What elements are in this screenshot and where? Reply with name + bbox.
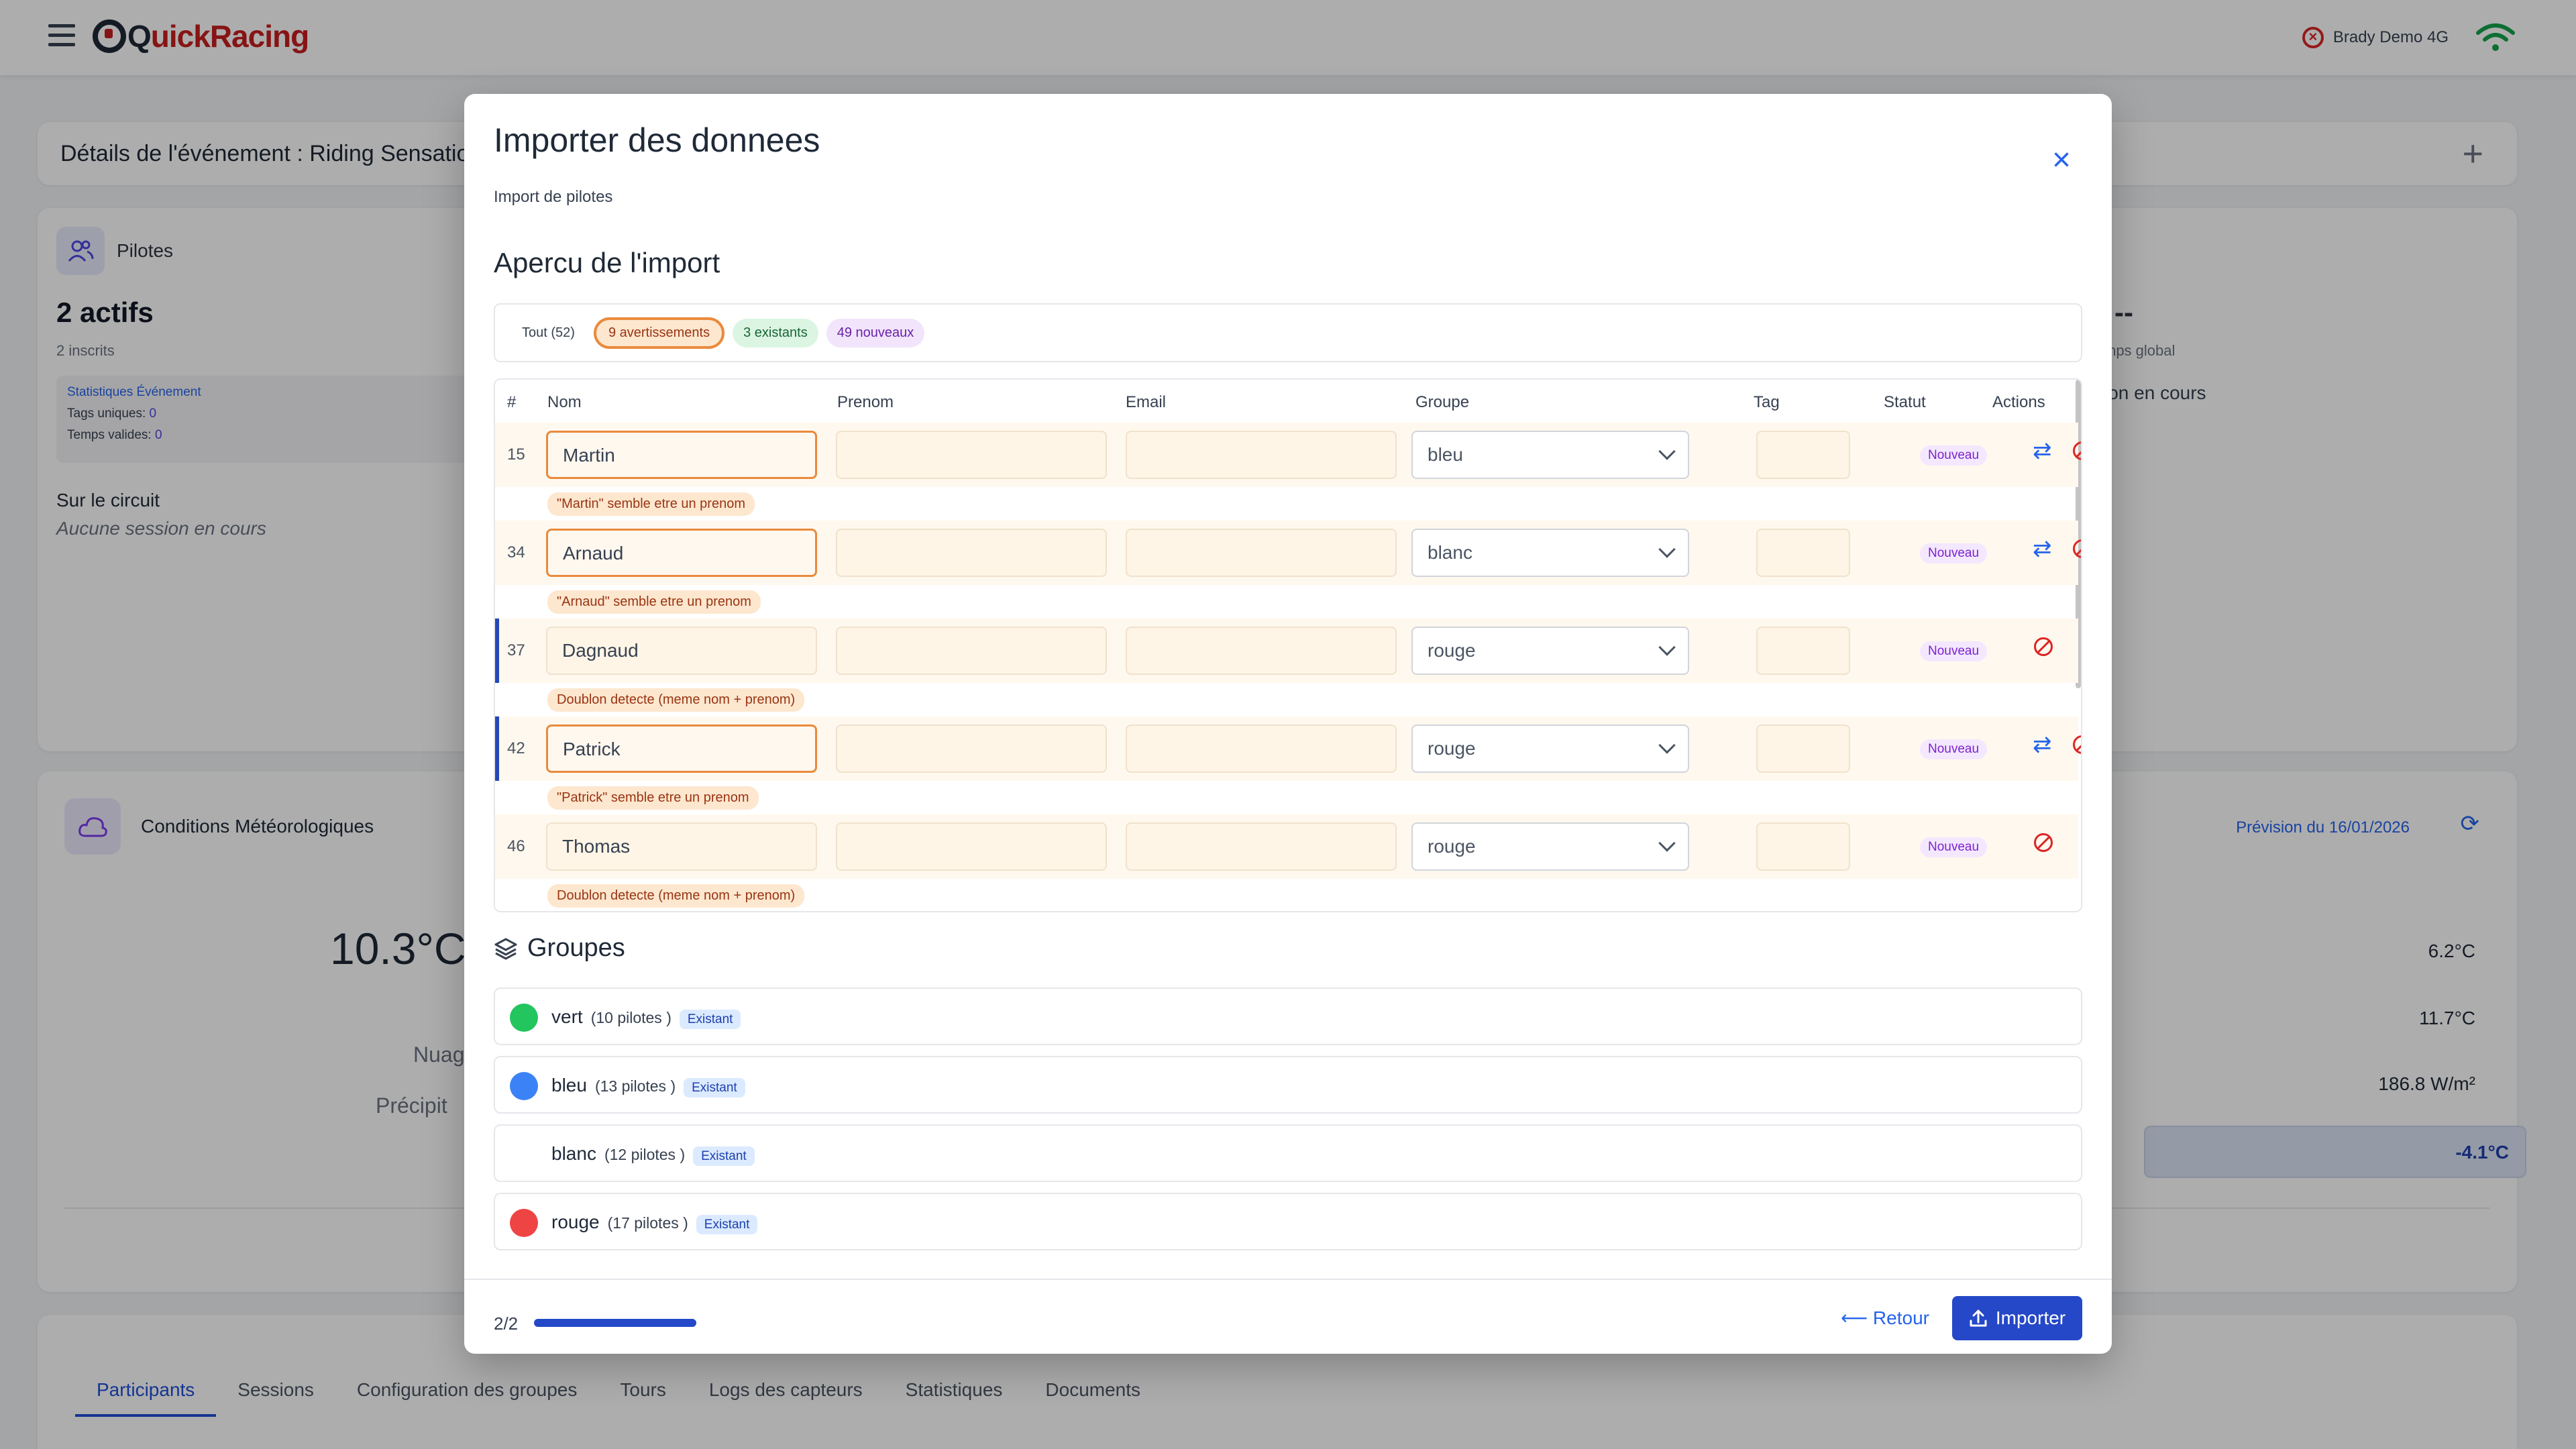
filter-all[interactable]: Tout (52) <box>511 318 586 347</box>
ban-icon[interactable] <box>2034 833 2053 852</box>
col-statut: Statut <box>1884 393 1926 411</box>
progress-fill <box>534 1319 696 1327</box>
status-badge: Nouveau <box>1920 445 1988 466</box>
table-header: # Nom Prenom Email Groupe Tag Statut Act… <box>495 380 2081 423</box>
nom-input[interactable]: Dagnaud <box>546 627 817 675</box>
status-badge: Nouveau <box>1920 837 1988 857</box>
modal-subtitle: Import de pilotes <box>494 188 613 206</box>
chevron-down-icon <box>1658 639 1676 656</box>
filter-bar: Tout (52) 9 avertissements 3 existants 4… <box>494 303 2082 362</box>
group-row: bleu (13 pilotes ) Existant <box>494 1056 2082 1114</box>
step-indicator: 2/2 <box>494 1313 519 1334</box>
table-row: 42 Patrick rouge Nouveau ⇄ "Patrick" sem… <box>495 716 2081 814</box>
existing-badge: Existant <box>679 1010 741 1029</box>
prenom-input[interactable] <box>836 431 1107 479</box>
email-input[interactable] <box>1126 431 1397 479</box>
close-icon[interactable]: × <box>2046 144 2077 177</box>
arrow-left-icon: ⟵ <box>1841 1307 1873 1328</box>
prenom-input[interactable] <box>836 724 1107 773</box>
group-select[interactable]: rouge <box>1411 822 1689 871</box>
import-button[interactable]: Importer <box>1952 1296 2082 1340</box>
row-accent <box>495 619 499 683</box>
col-tag: Tag <box>1754 393 1780 411</box>
back-button[interactable]: ⟵ Retour <box>1841 1307 1929 1329</box>
col-prenom: Prenom <box>837 393 894 411</box>
table-row: 37 Dagnaud rouge Nouveau Doublon detecte… <box>495 619 2078 716</box>
email-input[interactable] <box>1126 627 1397 675</box>
filter-warnings[interactable]: 9 avertissements <box>593 317 725 349</box>
swap-icon[interactable]: ⇄ <box>2033 731 2052 758</box>
ban-icon[interactable] <box>2034 637 2053 656</box>
group-color-dot <box>510 1209 538 1237</box>
group-select[interactable]: rouge <box>1411 724 1689 773</box>
table-row: 34 Arnaud blanc Nouveau ⇄ "Arnaud" sembl… <box>495 521 2081 619</box>
preview-title: Apercu de l'import <box>494 247 720 278</box>
prenom-input[interactable] <box>836 627 1107 675</box>
progress-bar <box>534 1319 696 1327</box>
group-color-dot <box>510 1072 538 1100</box>
nom-input[interactable]: Thomas <box>546 822 817 871</box>
chevron-down-icon <box>1658 835 1676 852</box>
chevron-down-icon <box>1658 541 1676 558</box>
groups-title: Groupes <box>494 934 625 963</box>
import-modal: Importer des donnees × Import de pilotes… <box>464 94 2112 1354</box>
table-row: 46 Thomas rouge Nouveau Doublon detecte … <box>495 814 2078 911</box>
layers-icon <box>494 938 517 959</box>
chevron-down-icon <box>1658 443 1676 460</box>
filter-new[interactable]: 49 nouveaux <box>826 318 925 347</box>
nom-input[interactable]: Martin <box>546 431 817 479</box>
modal-footer: 2/2 ⟵ Retour Importer <box>464 1279 2112 1354</box>
group-select[interactable]: blanc <box>1411 529 1689 577</box>
tag-input[interactable] <box>1756 822 1850 871</box>
filter-existing[interactable]: 3 existants <box>733 318 818 347</box>
tag-input[interactable] <box>1756 627 1850 675</box>
col-groupe: Groupe <box>1415 393 1470 411</box>
row-warning: Doublon detecte (meme nom + prenom) <box>547 884 805 908</box>
status-badge: Nouveau <box>1920 641 1988 661</box>
row-warning: Doublon detecte (meme nom + prenom) <box>547 688 805 712</box>
group-row: vert (10 pilotes ) Existant <box>494 987 2082 1045</box>
email-input[interactable] <box>1126 724 1397 773</box>
status-badge: Nouveau <box>1920 543 1988 564</box>
swap-icon[interactable]: ⇄ <box>2033 437 2052 464</box>
table-row: 15 Martin bleu Nouveau ⇄ "Martin" semble… <box>495 423 2081 521</box>
tag-input[interactable] <box>1756 724 1850 773</box>
row-warning: "Arnaud" semble etre un prenom <box>547 590 761 614</box>
group-row: rouge (17 pilotes ) Existant <box>494 1193 2082 1250</box>
col-nom: Nom <box>547 393 582 411</box>
swap-icon[interactable]: ⇄ <box>2033 535 2052 562</box>
tag-input[interactable] <box>1756 529 1850 577</box>
prenom-input[interactable] <box>836 822 1107 871</box>
existing-badge: Existant <box>696 1215 758 1234</box>
existing-badge: Existant <box>684 1078 745 1097</box>
email-input[interactable] <box>1126 822 1397 871</box>
status-badge: Nouveau <box>1920 739 1988 759</box>
email-input[interactable] <box>1126 529 1397 577</box>
row-accent <box>495 716 499 781</box>
nom-input[interactable]: Patrick <box>546 724 817 773</box>
group-color-dot <box>510 1140 538 1169</box>
prenom-input[interactable] <box>836 529 1107 577</box>
existing-badge: Existant <box>693 1146 755 1166</box>
row-warning: "Martin" semble etre un prenom <box>547 492 755 516</box>
col-email: Email <box>1126 393 1167 411</box>
upload-icon <box>1970 1309 1987 1327</box>
group-color-dot <box>510 1004 538 1032</box>
group-row: blanc (12 pilotes ) Existant <box>494 1124 2082 1182</box>
chevron-down-icon <box>1658 737 1676 754</box>
modal-title: Importer des donnees <box>494 121 820 159</box>
group-select[interactable]: bleu <box>1411 431 1689 479</box>
row-warning: "Patrick" semble etre un prenom <box>547 786 759 810</box>
col-actions: Actions <box>1992 393 2045 411</box>
group-select[interactable]: rouge <box>1411 627 1689 675</box>
nom-input[interactable]: Arnaud <box>546 529 817 577</box>
preview-table: # Nom Prenom Email Groupe Tag Statut Act… <box>494 378 2082 912</box>
col-num: # <box>507 393 517 411</box>
tag-input[interactable] <box>1756 431 1850 479</box>
